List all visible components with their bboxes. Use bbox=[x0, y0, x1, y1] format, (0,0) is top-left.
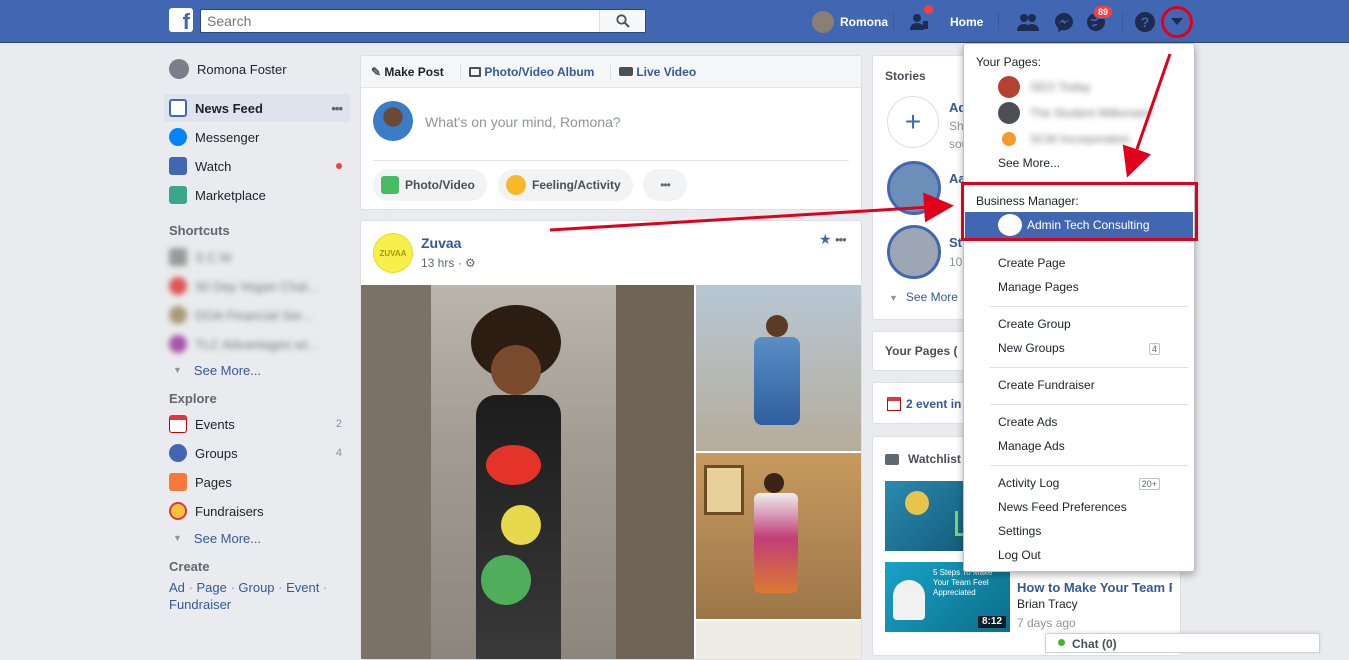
annotation-arrow bbox=[549, 192, 954, 232]
annotation-arrows bbox=[549, 53, 1172, 232]
annotation-arrow bbox=[1122, 53, 1172, 178]
